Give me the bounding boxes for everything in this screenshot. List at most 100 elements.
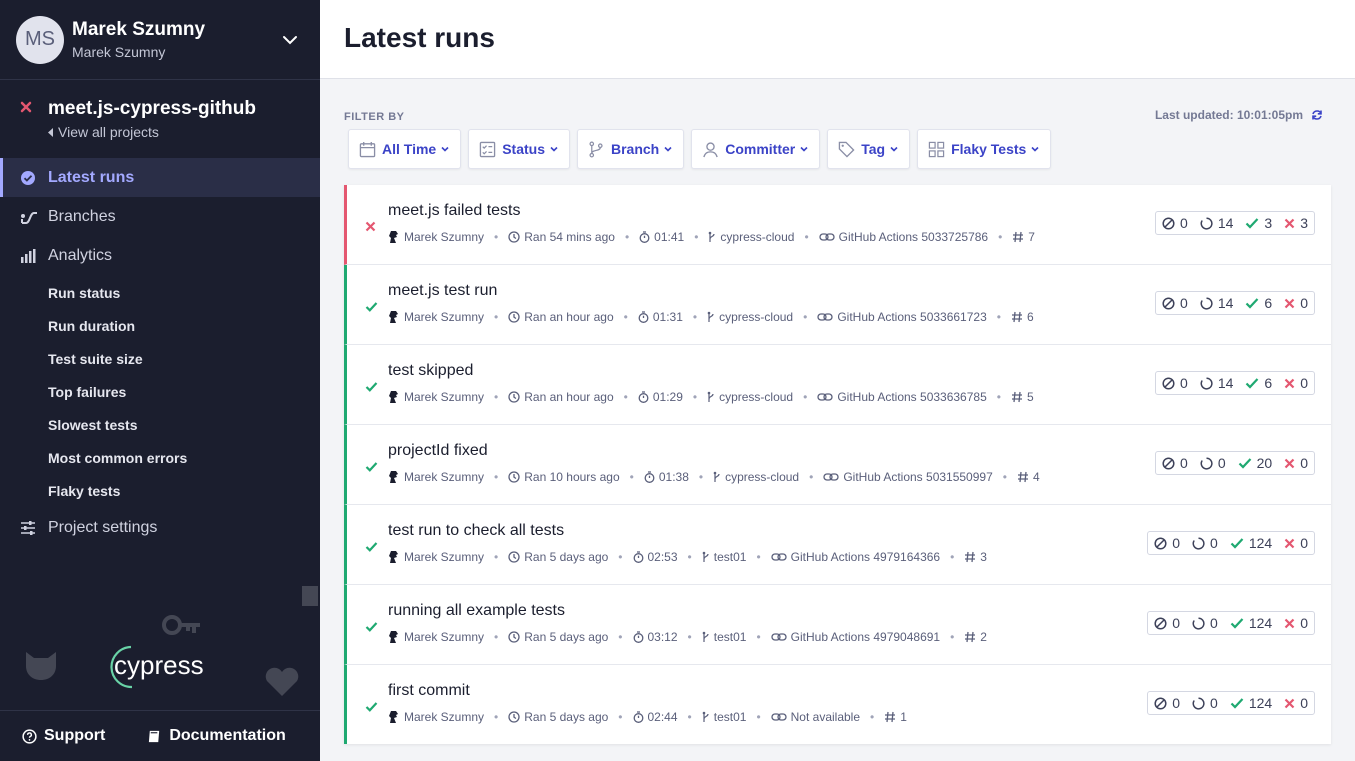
filter-all-time[interactable]: All Time <box>348 129 462 169</box>
run-title[interactable]: test run to check all tests <box>388 522 564 540</box>
run-ci: GitHub Actions 5033725786 <box>818 230 988 244</box>
cypress-logo-text: cypress <box>114 650 204 680</box>
clock-icon <box>508 231 520 243</box>
run-author: Marek Szumny <box>388 550 484 564</box>
nav-analytics[interactable]: Analytics <box>0 236 320 275</box>
run-title[interactable]: meet.js test run <box>388 282 497 300</box>
separator-dot: • <box>494 310 499 324</box>
run-title[interactable]: first commit <box>388 682 470 700</box>
run-duration-value: 01:29 <box>652 390 683 404</box>
passed-count-value: 3 <box>1264 215 1273 231</box>
last-updated-text: Last updated: 10:01:05pm <box>1154 108 1303 122</box>
view-all-projects-link[interactable]: View all projects <box>48 124 300 140</box>
run-ci-name[interactable]: Not available <box>791 710 860 724</box>
nav-most-common-errors[interactable]: Most common errors <box>0 442 320 475</box>
nav-run-duration[interactable]: Run duration <box>0 310 320 343</box>
check-icon <box>1230 618 1244 629</box>
organization-name: Marek Szumny <box>72 44 166 60</box>
run-row[interactable]: test run to check all tests Marek Szumny… <box>344 505 1331 585</box>
hash-icon <box>1011 391 1022 403</box>
separator-dot: • <box>870 710 875 724</box>
hash-icon <box>885 711 896 723</box>
nav-run-status[interactable]: Run status <box>0 277 320 310</box>
run-time: Ran 5 days ago <box>508 710 608 724</box>
run-branch-name[interactable]: test01 <box>714 550 747 564</box>
run-ci-name[interactable]: GitHub Actions 5033725786 <box>839 230 988 244</box>
filter-all-time-label: All Time <box>382 141 437 157</box>
chevron-down-icon <box>549 144 559 154</box>
pending-count: 0 <box>1192 535 1218 551</box>
filter-status[interactable]: Status <box>468 129 570 169</box>
run-author: Marek Szumny <box>388 390 484 404</box>
run-duration: 01:31 <box>638 310 683 324</box>
nav-test-suite-size[interactable]: Test suite size <box>0 343 320 376</box>
heart-icon <box>265 667 299 696</box>
key-icon <box>162 615 200 635</box>
run-ci-name[interactable]: GitHub Actions 5031550997 <box>843 470 992 484</box>
filter-branch[interactable]: Branch <box>577 129 685 169</box>
chevron-down-icon[interactable] <box>280 30 300 50</box>
run-row[interactable]: projectId fixed Marek Szumny • Ran 10 ho… <box>344 425 1331 505</box>
run-ci-name[interactable]: GitHub Actions 5033661723 <box>837 310 986 324</box>
filter-tag[interactable]: Tag <box>827 129 911 169</box>
run-branch-name[interactable]: test01 <box>714 630 747 644</box>
run-author-name: Marek Szumny <box>404 470 485 484</box>
run-branch-name[interactable]: cypress-cloud <box>719 390 793 404</box>
run-duration: 01:29 <box>638 390 683 404</box>
sidebar-footer: Support Documentation <box>0 710 320 761</box>
run-row[interactable]: running all example tests Marek Szumny •… <box>344 585 1331 665</box>
failed-count-value: 0 <box>1300 375 1308 391</box>
run-row[interactable]: meet.js test run Marek Szumny • Ran an h… <box>344 265 1331 345</box>
clock-icon <box>508 391 520 403</box>
separator-dot: • <box>618 710 623 724</box>
run-title[interactable]: projectId fixed <box>388 442 488 460</box>
separator-dot: • <box>950 550 955 564</box>
run-branch-name[interactable]: cypress-cloud <box>720 230 794 244</box>
run-row[interactable]: first commit Marek Szumny • Ran 5 days a… <box>344 665 1331 744</box>
passed-count: 20 <box>1238 455 1272 471</box>
run-number-value: 5 <box>1026 390 1034 404</box>
run-ci: Not available <box>770 710 860 724</box>
documentation-link[interactable]: Documentation <box>147 727 286 745</box>
run-test-counts: 0 0 124 0 <box>1147 531 1315 555</box>
nav-analytics-label: Analytics <box>48 246 113 264</box>
nav-flaky-tests[interactable]: Flaky tests <box>0 475 320 508</box>
nav-latest-runs[interactable]: Latest runs <box>0 158 320 197</box>
separator-dot: • <box>996 310 1001 324</box>
support-link[interactable]: Support <box>22 727 105 745</box>
skipped-count: 0 <box>1154 695 1180 711</box>
run-row[interactable]: meet.js failed tests Marek Szumny • Ran … <box>344 185 1331 265</box>
skipped-count: 0 <box>1162 375 1188 391</box>
refresh-icon[interactable] <box>1311 109 1323 121</box>
user-menu[interactable]: MS Marek Szumny Marek Szumny <box>0 0 320 80</box>
run-title[interactable]: running all example tests <box>388 602 565 620</box>
run-author-name: Marek Szumny <box>404 710 485 724</box>
run-branch-name[interactable]: test01 <box>714 710 747 724</box>
pending-count: 14 <box>1200 215 1233 231</box>
run-number: 5 <box>1011 390 1034 404</box>
run-branch-name[interactable]: cypress-cloud <box>725 470 799 484</box>
separator-dot: • <box>804 230 809 244</box>
separator-dot: • <box>996 390 1001 404</box>
run-ci-name[interactable]: GitHub Actions 4979048691 <box>791 630 940 644</box>
nav-top-failures[interactable]: Top failures <box>0 376 320 409</box>
clock-icon <box>508 631 520 643</box>
skipped-count: 0 <box>1154 615 1180 631</box>
nav-slowest-tests[interactable]: Slowest tests <box>0 409 320 442</box>
branch-icon <box>707 391 714 402</box>
nav-project-settings[interactable]: Project settings <box>0 508 320 547</box>
filter-flaky-tests[interactable]: Flaky Tests <box>917 129 1052 169</box>
run-title[interactable]: meet.js failed tests <box>388 202 521 220</box>
run-row[interactable]: test skipped Marek Szumny • Ran an hour … <box>344 345 1331 425</box>
run-time: Ran 10 hours ago <box>508 470 620 484</box>
run-ran-text: Ran 54 mins ago <box>524 230 615 244</box>
nav-branches[interactable]: Branches <box>0 197 320 236</box>
run-title[interactable]: test skipped <box>388 362 473 380</box>
run-ci-name[interactable]: GitHub Actions 5033636785 <box>837 390 986 404</box>
filter-committer[interactable]: Committer <box>691 129 821 169</box>
failed-count: 0 <box>1284 695 1308 711</box>
run-branch-name[interactable]: cypress-cloud <box>719 310 793 324</box>
pending-count: 0 <box>1192 695 1218 711</box>
run-ci-name[interactable]: GitHub Actions 4979164366 <box>791 550 940 564</box>
author-avatar-icon <box>389 551 398 563</box>
